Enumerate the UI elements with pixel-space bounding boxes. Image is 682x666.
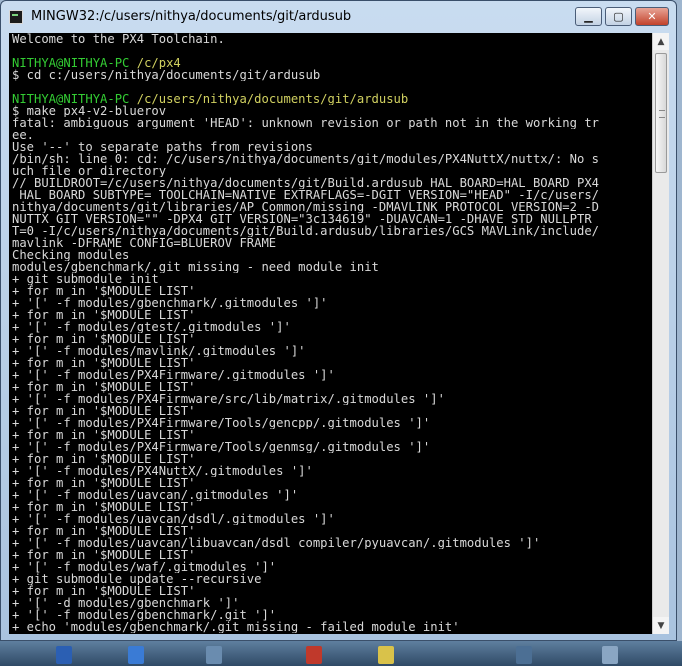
output-line: Checking modules	[12, 249, 130, 261]
output-line: + '[' -f modules/PX4Firmware/Tools/genms…	[12, 441, 431, 453]
output-line: + for m in '$MODULE_LIST'	[12, 309, 196, 321]
output-line: mavlink -DFRAME_CONFIG=BLUEROV_FRAME	[12, 237, 277, 249]
output-line: HAL_BOARD_SUBTYPE= TOOLCHAIN=NATIVE EXTR…	[12, 189, 599, 201]
output-line: + '[' -f modules/PX4NuttX/.gitmodules ']…	[12, 465, 313, 477]
output-line: + '[' -f modules/PX4Firmware/.gitmodules…	[12, 369, 335, 381]
output-line: + '[' -f modules/gtest/.gitmodules ']'	[12, 321, 291, 333]
output-line: modules/gbenchmark/.git missing - need m…	[12, 261, 379, 273]
minimize-button[interactable]: ▁	[575, 7, 602, 26]
output-line: Welcome to the PX4 Toolchain.	[12, 33, 225, 45]
output-line: + for m in '$MODULE_LIST'	[12, 285, 196, 297]
pdf-taskbar-icon[interactable]	[306, 646, 322, 664]
output-line: ee.	[12, 129, 35, 141]
output-line: + for m in '$MODULE_LIST'	[12, 549, 196, 561]
output-line: + '[' -f modules/mavlink/.gitmodules ']'	[12, 345, 306, 357]
arrow-up-icon: ▲	[657, 36, 665, 47]
output-line: uch file or directory	[12, 165, 167, 177]
output-line: + for m in '$MODULE_LIST'	[12, 477, 196, 489]
output-line: + for m in '$MODULE_LIST'	[12, 453, 196, 465]
terminal-window: MINGW32:/c/users/nithya/documents/git/ar…	[0, 0, 677, 641]
taskbar-app-icon[interactable]	[128, 646, 144, 664]
output-line: + for m in '$MODULE_LIST'	[12, 357, 196, 369]
output-line: // BUILDROOT=/c/users/nithya/documents/g…	[12, 177, 599, 189]
maximize-button[interactable]: ▢	[605, 7, 632, 26]
grip-icon	[659, 110, 665, 118]
output-line: + git submodule update --recursive	[12, 573, 262, 585]
prompt-user: NITHYA@NITHYA-PC	[12, 93, 130, 105]
output-line: $ make px4-v2-bluerov	[12, 105, 167, 117]
output-line: + '[' -f modules/gbenchmark/.gitmodules …	[12, 297, 328, 309]
output-line: + for m in '$MODULE_LIST'	[12, 501, 196, 513]
output-line: + '[' -f modules/uavcan/.gitmodules ']'	[12, 489, 299, 501]
output-line: NUTTX_GIT_VERSION="" -DPX4_GIT_VERSION="…	[12, 213, 599, 225]
arrow-down-icon: ▼	[657, 620, 665, 631]
output-line: + '[' -f modules/PX4Firmware/Tools/gencp…	[12, 417, 431, 429]
taskbar-app-icon[interactable]	[378, 646, 394, 664]
output-line: + for m in '$MODULE_LIST'	[12, 585, 196, 597]
output-line: + for m in '$MODULE_LIST'	[12, 405, 196, 417]
close-icon: ✕	[647, 10, 657, 23]
window-title: MINGW32:/c/users/nithya/documents/git/ar…	[31, 9, 352, 24]
output-line: + for m in '$MODULE_LIST'	[12, 333, 196, 345]
close-button[interactable]: ✕	[635, 7, 669, 26]
scroll-up-button[interactable]: ▲	[653, 33, 669, 50]
terminal-app-icon[interactable]	[9, 10, 23, 24]
output-line: + '[' -f modules/uavcan/dsdl/.gitmodules…	[12, 513, 335, 525]
prompt-line: NITHYA@NITHYA-PC /c/users/nithya/documen…	[12, 93, 652, 105]
output-line: Use '--' to separate paths from revision…	[12, 141, 313, 153]
output-line: + '[' -f modules/gbenchmark/.git ']'	[12, 609, 277, 621]
output-line: + '[' -f modules/waf/.gitmodules ']'	[12, 561, 277, 573]
output-line: + git submodule init	[12, 273, 159, 285]
output-line: T=0 -I/c/users/nithya/documents/git/Buil…	[12, 225, 599, 237]
output-line: + '[' -f modules/PX4Firmware/src/lib/mat…	[12, 393, 445, 405]
scroll-thumb[interactable]	[655, 53, 667, 173]
output-line: + for m in '$MODULE_LIST'	[12, 381, 196, 393]
taskbar-app-icon[interactable]	[206, 646, 222, 664]
terminal-output[interactable]: Welcome to the PX4 Toolchain. NITHYA@NITH…	[9, 33, 652, 634]
output-line: + '[' -f modules/uavcan/libuavcan/dsdl_c…	[12, 537, 541, 549]
prompt-line: NITHYA@NITHYA-PC /c/px4	[12, 57, 652, 69]
output-line: + for m in '$MODULE_LIST'	[12, 525, 196, 537]
word-taskbar-icon[interactable]	[56, 646, 72, 664]
output-line: $ cd c:/users/nithya/documents/git/ardus…	[12, 69, 321, 81]
output-line: /bin/sh: line 0: cd: /c/users/nithya/doc…	[12, 153, 599, 165]
taskbar-app-icon[interactable]	[516, 646, 532, 664]
prompt-path: /c/users/nithya/documents/git/ardusub	[136, 93, 409, 105]
taskbar-app-icon[interactable]	[602, 646, 618, 664]
title-bar[interactable]: MINGW32:/c/users/nithya/documents/git/ar…	[1, 1, 676, 33]
prompt-path: /c/px4	[136, 57, 181, 69]
output-line: + echo 'modules/gbenchmark/.git missing …	[12, 621, 460, 633]
minimize-icon: ▁	[584, 10, 593, 23]
output-line: nithya/documents/git/libraries/AP_Common…	[12, 201, 599, 213]
output-line: fatal: ambiguous argument 'HEAD': unknow…	[12, 117, 599, 129]
maximize-icon: ▢	[613, 10, 624, 23]
prompt-user: NITHYA@NITHYA-PC	[12, 57, 130, 69]
taskbar	[0, 641, 682, 666]
output-line: + '[' -d modules/gbenchmark ']'	[12, 597, 240, 609]
vertical-scrollbar[interactable]: ▲ ▼	[652, 33, 669, 634]
output-line: + for m in '$MODULE_LIST'	[12, 429, 196, 441]
terminal-lines: Welcome to the PX4 Toolchain. NITHYA@NITH…	[9, 33, 652, 633]
scroll-down-button[interactable]: ▼	[653, 617, 669, 634]
